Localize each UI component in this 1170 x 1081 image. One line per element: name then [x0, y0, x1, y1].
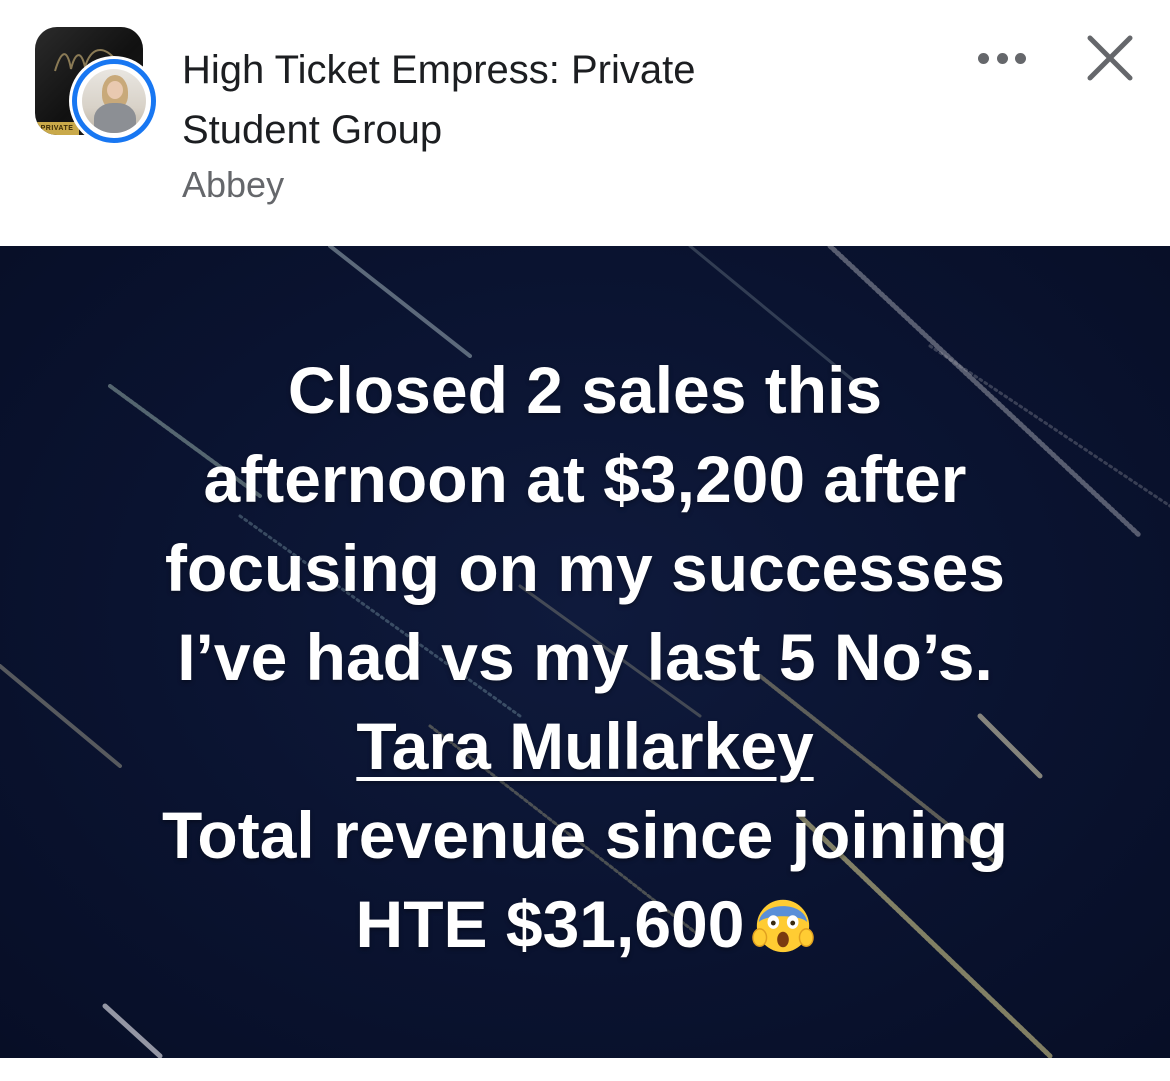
post-line-7-container: HTE $31,600: [0, 880, 1170, 969]
post-header: PRIVATE High Ticket Empress: Private Stu…: [0, 0, 1170, 246]
post-line-7: HTE $31,600: [355, 887, 745, 961]
bottom-divider: [0, 1058, 1170, 1081]
author-avatar[interactable]: [69, 56, 159, 146]
screaming-face-emoji: [752, 899, 815, 952]
author-name[interactable]: Abbey: [182, 164, 284, 206]
close-icon[interactable]: [1080, 30, 1140, 86]
author-photo: [82, 69, 146, 133]
post-line-2: afternoon at $3,200 after: [203, 442, 967, 516]
private-tag: PRIVATE: [35, 122, 79, 135]
group-title[interactable]: High Ticket Empress: Private Student Gro…: [182, 40, 882, 160]
post-text: Closed 2 sales this afternoon at $3,200 …: [0, 346, 1170, 969]
more-horizontal-icon[interactable]: [972, 40, 1032, 76]
group-title-line-2: Student Group: [182, 108, 443, 152]
post-line-4: I’ve had vs my last 5 No’s.: [177, 620, 993, 694]
group-title-line-1: High Ticket Empress: Private: [182, 48, 696, 92]
post-background: Closed 2 sales this afternoon at $3,200 …: [0, 246, 1170, 1058]
mention-link[interactable]: Tara Mullarkey: [356, 709, 813, 783]
post-line-6: Total revenue since joining: [162, 798, 1008, 872]
post-line-1: Closed 2 sales this: [287, 353, 883, 427]
post-line-3: focusing on my successes: [165, 531, 1005, 605]
